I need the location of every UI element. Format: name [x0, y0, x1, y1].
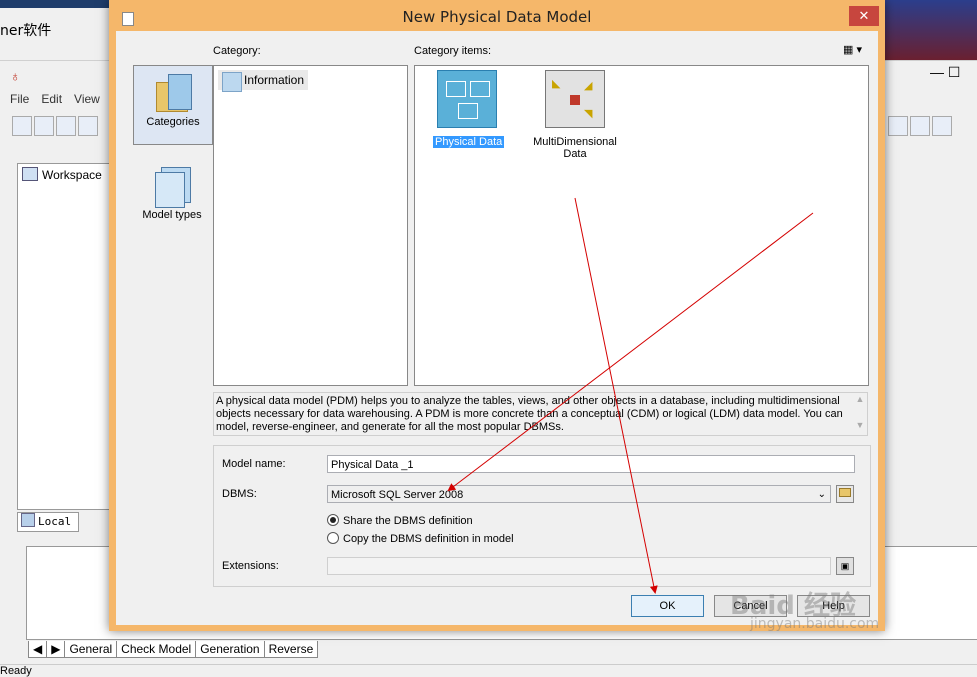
arrow-to-ok [574, 197, 658, 594]
watermark-url: jingyan.baidu.com [750, 616, 880, 632]
annotation-arrows [447, 197, 814, 594]
arrow-to-dbms [447, 212, 814, 492]
